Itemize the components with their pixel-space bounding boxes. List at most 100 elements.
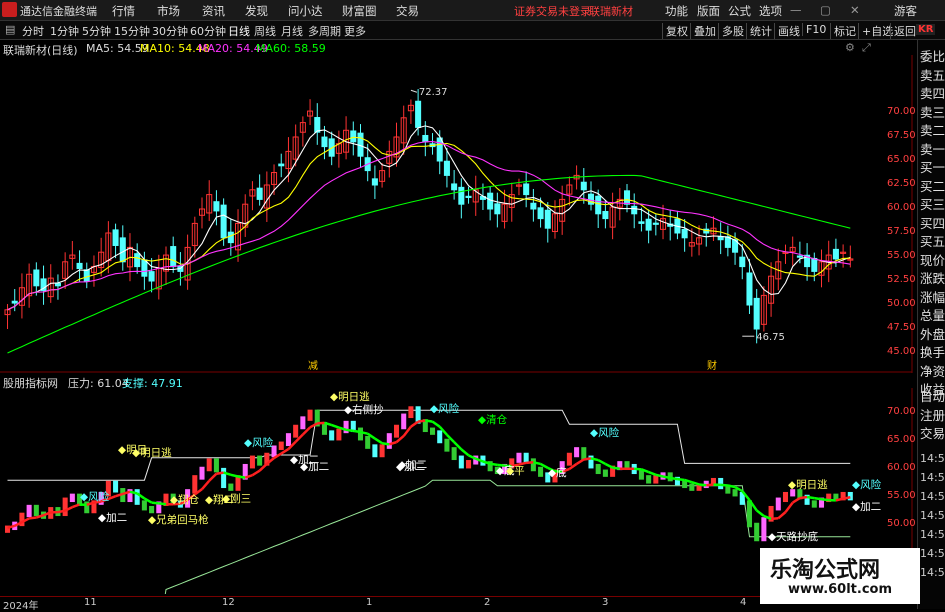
period-tab-1min[interactable]: 1分钟 (50, 23, 79, 39)
date-label: 2024年 (3, 597, 38, 612)
trend-segment (584, 458, 591, 459)
button-adjust[interactable]: 复权 (662, 23, 691, 39)
candle (199, 197, 204, 228)
low-price-label: 46.75 (756, 332, 785, 343)
tick-time: 14:56 (920, 566, 945, 579)
event-mark-finance[interactable]: 财 (707, 359, 717, 372)
trend-segment (577, 459, 584, 463)
button-overlay[interactable]: 叠加 (690, 23, 719, 39)
candle (149, 258, 154, 292)
indicator-bar (135, 489, 140, 505)
button-stats[interactable]: 统计 (746, 23, 775, 39)
trend-segment (771, 518, 778, 519)
menu-item-market[interactable]: 市场 (157, 3, 180, 19)
trend-segment (807, 497, 814, 498)
candle (27, 264, 32, 308)
candle (725, 226, 730, 257)
indicator-bar (149, 506, 154, 513)
event-mark-reduce[interactable]: 减 (308, 360, 318, 372)
menu-layout[interactable]: 版面 (697, 3, 720, 19)
menu-function[interactable]: 功能 (665, 3, 688, 19)
indicator-bar (250, 456, 255, 469)
candle (12, 289, 17, 311)
date-label: 12 (222, 597, 235, 608)
candle (531, 189, 536, 222)
price-tick-label: 67.50 (887, 130, 916, 141)
trend-segment (605, 464, 612, 468)
button-draw[interactable]: 画线 (774, 23, 803, 39)
menu-formula[interactable]: 公式 (728, 3, 751, 19)
indicator-bar (437, 430, 442, 443)
period-tab-multi[interactable]: 多周期 (308, 23, 341, 39)
candle (769, 262, 774, 317)
period-tab-60min[interactable]: 60分钟 (190, 23, 226, 39)
close-icon[interactable]: ✕ (850, 3, 860, 17)
menu-item-ask[interactable]: 问小达 (288, 3, 323, 19)
sidebar-toggle-icon[interactable]: ▤ (5, 23, 15, 36)
menu-options[interactable]: 选项 (759, 3, 782, 19)
period-tab-15min[interactable]: 15分钟 (114, 23, 150, 39)
login-warning[interactable]: 证券交易未登录 (514, 3, 591, 19)
candle (459, 178, 464, 218)
signal-label: ◆刚三 (222, 493, 251, 505)
period-tab-monthly[interactable]: 月线 (281, 23, 303, 39)
menu-item-quotes[interactable]: 行情 (112, 3, 135, 19)
ma60-value: MA60: 58.59 (256, 42, 326, 55)
indicator-tick-label: 55.00 (887, 490, 916, 501)
quote-field-label: 涨跌 (920, 268, 945, 287)
indicator-bar (401, 414, 406, 430)
indicator-bar (596, 464, 601, 474)
menu-item-wealth[interactable]: 财富圈 (342, 3, 377, 19)
signal-label: ◆风险 (430, 402, 460, 415)
menu-item-news[interactable]: 资讯 (202, 3, 225, 19)
quote-field-label: 卖四 (920, 83, 945, 102)
period-tab-30min[interactable]: 30分钟 (152, 23, 188, 39)
candle (524, 171, 529, 207)
trend-segment (598, 460, 605, 464)
tick-time: 14:55 (920, 452, 945, 465)
candle (308, 99, 313, 125)
quote-field-label: 买五 (920, 231, 945, 250)
trend-segment (202, 481, 209, 489)
period-tab-more[interactable]: 更多 (344, 23, 366, 39)
watermark-url: www.60lt.com (788, 582, 892, 597)
candle (812, 253, 817, 282)
indicator-bar (812, 500, 817, 507)
period-tab-daily[interactable]: 日线 (228, 23, 250, 39)
candle (344, 116, 349, 159)
button-f10[interactable]: F10 (802, 23, 829, 36)
button-back[interactable]: 返回 (890, 23, 919, 39)
candle (279, 154, 284, 177)
signal-label: ◆翔仓 (170, 493, 200, 506)
candle (380, 163, 385, 188)
settings-gear-icon[interactable]: ⚙ (845, 41, 855, 54)
stock-link[interactable]: 联瑞新材 (589, 3, 633, 19)
menu-item-trade[interactable]: 交易 (396, 3, 419, 19)
trend-segment (613, 468, 620, 469)
indicator-bar (199, 467, 204, 480)
button-mark[interactable]: 标记 (830, 23, 859, 39)
period-tab-timeshare[interactable]: 分时 (22, 23, 44, 39)
menu-item-discover[interactable]: 发现 (245, 3, 268, 19)
trend-segment (58, 511, 65, 512)
expand-icon[interactable]: ⤢ (862, 41, 871, 55)
candle (552, 200, 557, 238)
period-tab-5min[interactable]: 5分钟 (82, 23, 111, 39)
indicator-bar (113, 481, 118, 493)
trend-segment (425, 421, 432, 422)
maximize-icon[interactable]: ▢ (820, 3, 831, 17)
trend-segment (793, 498, 800, 502)
indicator-bar (329, 430, 334, 440)
candle (704, 223, 709, 247)
candle (84, 263, 89, 289)
period-tab-weekly[interactable]: 周线 (254, 23, 276, 39)
signal-label: ◆明日逃 (330, 390, 370, 403)
price-chart[interactable]: 72.3746.75减财 (0, 55, 915, 373)
button-multistock[interactable]: 多股 (718, 23, 747, 39)
trend-segment (238, 477, 245, 478)
minimize-icon[interactable]: — (790, 3, 802, 17)
indicator-bar (459, 456, 464, 469)
indicator-bar (34, 505, 39, 516)
tick-time: 14:55 (920, 490, 945, 503)
guest-label[interactable]: 游客 (894, 3, 917, 19)
